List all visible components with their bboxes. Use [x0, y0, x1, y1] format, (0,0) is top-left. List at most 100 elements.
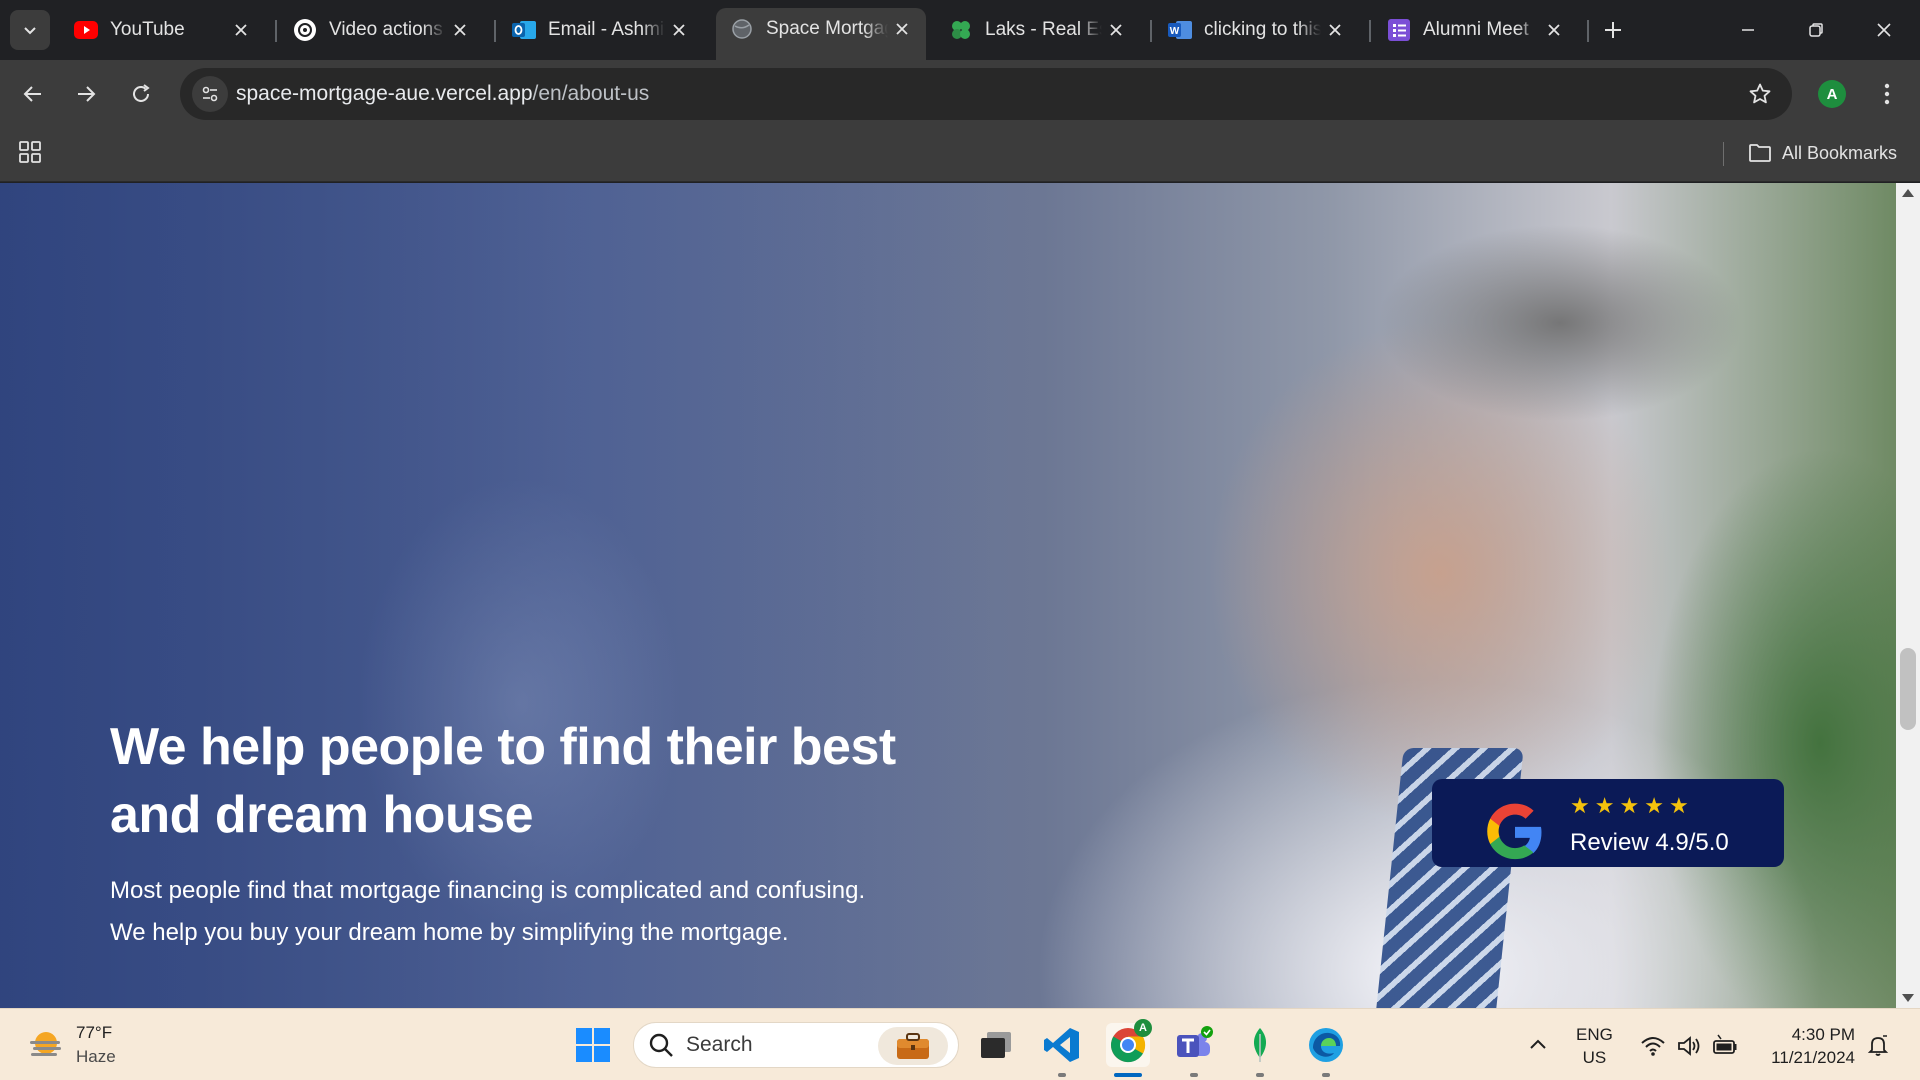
- tab-youtube[interactable]: YouTube: [60, 9, 265, 51]
- tab-laks-real-estate[interactable]: Laks - Real Estate: [935, 9, 1140, 51]
- briefcase-icon: [878, 1027, 948, 1065]
- taskbar-task-view[interactable]: [974, 1023, 1018, 1067]
- close-icon[interactable]: [1540, 16, 1568, 44]
- tab-email[interactable]: Email - Ashmit: [498, 9, 703, 51]
- language-primary: ENG: [1576, 1025, 1613, 1044]
- url-domain: space-mortgage-aue.vercel.app: [236, 82, 533, 105]
- notifications-bell-icon[interactable]: [1866, 1033, 1890, 1057]
- tab-label: Laks - Real Estate: [985, 19, 1102, 40]
- volume-icon[interactable]: [1676, 1033, 1702, 1059]
- scroll-down-arrow-icon[interactable]: [1902, 994, 1914, 1002]
- bookmark-star-button[interactable]: [1746, 80, 1774, 108]
- bookmarks-separator: [1723, 142, 1724, 166]
- tab-alumni-meet[interactable]: Alumni Meet: [1373, 9, 1578, 51]
- show-hidden-icons-button[interactable]: [1526, 1033, 1550, 1057]
- close-window-button[interactable]: [1850, 0, 1918, 60]
- start-button[interactable]: [571, 1023, 615, 1067]
- taskbar-vscode[interactable]: [1040, 1023, 1084, 1077]
- running-indicator: [1190, 1073, 1198, 1077]
- star-icon: ★: [1619, 793, 1642, 818]
- star-icon: ★: [1570, 793, 1592, 818]
- minimize-button[interactable]: [1714, 0, 1782, 60]
- address-bar[interactable]: space-mortgage-aue.vercel.app/en/about-u…: [180, 68, 1792, 120]
- browser-toolbar: space-mortgage-aue.vercel.app/en/about-u…: [0, 60, 1920, 128]
- tune-icon: [202, 86, 218, 102]
- system-clock[interactable]: 4:30 PM 11/21/2024: [1755, 1023, 1855, 1069]
- vscode-icon: [1044, 1028, 1079, 1062]
- tab-label: Space Mortgage: [766, 18, 888, 39]
- page-viewport: We help people to find their best and dr…: [0, 183, 1920, 1008]
- close-icon[interactable]: [1102, 16, 1130, 44]
- close-icon[interactable]: [227, 16, 255, 44]
- search-icon: [649, 1033, 673, 1057]
- reload-button[interactable]: [123, 76, 159, 112]
- close-icon: [1877, 23, 1891, 37]
- globe-icon: [730, 17, 754, 41]
- taskbar-chrome[interactable]: A: [1106, 1019, 1152, 1077]
- tab-separator: [494, 20, 496, 42]
- active-indicator: [1114, 1073, 1142, 1077]
- scrollbar-thumb[interactable]: [1900, 648, 1916, 730]
- taskbar-search[interactable]: Search: [633, 1022, 959, 1068]
- close-icon[interactable]: [446, 16, 474, 44]
- haze-sun-icon: [30, 1032, 61, 1056]
- wifi-icon[interactable]: [1640, 1033, 1666, 1059]
- forms-icon: [1387, 18, 1411, 42]
- all-bookmarks-button[interactable]: All Bookmarks: [1748, 138, 1897, 168]
- tab-label: Video actions: [329, 19, 443, 40]
- close-icon[interactable]: [888, 15, 916, 43]
- new-tab-button[interactable]: [1597, 14, 1629, 46]
- hero-description-line-2: We help you buy your dream home by simpl…: [110, 919, 789, 946]
- minimize-icon: [1742, 29, 1754, 31]
- profile-avatar[interactable]: A: [1818, 80, 1846, 108]
- running-indicator: [1058, 1073, 1066, 1077]
- restore-icon: [1809, 23, 1823, 37]
- star-icon: ★: [1644, 793, 1666, 818]
- tab-word-doc[interactable]: W clicking to this: [1154, 9, 1359, 51]
- apps-grid-icon[interactable]: [18, 140, 44, 166]
- review-score: Review 4.9/5.0: [1570, 829, 1729, 856]
- running-indicator: [1256, 1073, 1264, 1077]
- language-indicator[interactable]: ENG US: [1576, 1023, 1613, 1069]
- clock-date: 11/21/2024: [1771, 1048, 1855, 1067]
- language-secondary: US: [1582, 1048, 1607, 1067]
- system-tray[interactable]: [1640, 1033, 1748, 1059]
- weather-description: Haze: [76, 1047, 116, 1066]
- tab-label: Email - Ashmit: [548, 19, 665, 40]
- bookmarks-bar: All Bookmarks: [0, 128, 1920, 182]
- close-icon[interactable]: [665, 16, 693, 44]
- weather-temperature: 77°F: [76, 1023, 113, 1042]
- tab-strip: YouTube Video actions Email - Ashmit Spa…: [0, 0, 1920, 60]
- star-icon: [1749, 83, 1771, 104]
- word-icon: W: [1168, 18, 1192, 42]
- chevron-down-icon: [24, 27, 36, 35]
- close-icon[interactable]: [1321, 16, 1349, 44]
- scroll-up-arrow-icon[interactable]: [1902, 189, 1914, 197]
- windows-taskbar: 77°F Haze Search A ENG US 4:30 PM 11/21/…: [0, 1008, 1920, 1080]
- hero-title: We help people to find their best and dr…: [110, 718, 896, 844]
- tab-video-actions[interactable]: Video actions: [279, 9, 484, 51]
- tab-search-button[interactable]: [10, 10, 50, 50]
- url-text[interactable]: space-mortgage-aue.vercel.app/en/about-u…: [236, 82, 649, 106]
- tab-space-mortgage[interactable]: Space Mortgage: [716, 8, 926, 60]
- google-review-card[interactable]: ★ ★ ★ ★ ★ Review 4.9/5.0: [1432, 779, 1784, 867]
- clover-icon: [949, 18, 973, 42]
- taskbar-edge[interactable]: [1304, 1023, 1348, 1077]
- restore-button[interactable]: [1782, 0, 1850, 60]
- hero-description-line-1: Most people find that mortgage financing…: [110, 877, 866, 904]
- hero-description: Most people find that mortgage financing…: [110, 870, 960, 954]
- outlook-icon: [512, 18, 536, 42]
- site-settings-button[interactable]: [192, 76, 228, 112]
- forward-button[interactable]: [68, 76, 104, 112]
- taskbar-teams[interactable]: [1172, 1023, 1216, 1077]
- weather-widget[interactable]: 77°F Haze: [26, 1021, 116, 1069]
- mongodb-leaf-icon: [1253, 1028, 1267, 1062]
- browser-menu-button[interactable]: [1872, 76, 1902, 112]
- arrow-left-icon: [23, 86, 41, 102]
- battery-icon[interactable]: [1712, 1033, 1738, 1059]
- windows-logo-icon: [576, 1028, 610, 1062]
- page-scrollbar[interactable]: [1896, 183, 1920, 1008]
- back-button[interactable]: [15, 76, 51, 112]
- review-stars: ★ ★ ★ ★ ★: [1570, 793, 1694, 819]
- taskbar-mongodb[interactable]: [1238, 1023, 1282, 1077]
